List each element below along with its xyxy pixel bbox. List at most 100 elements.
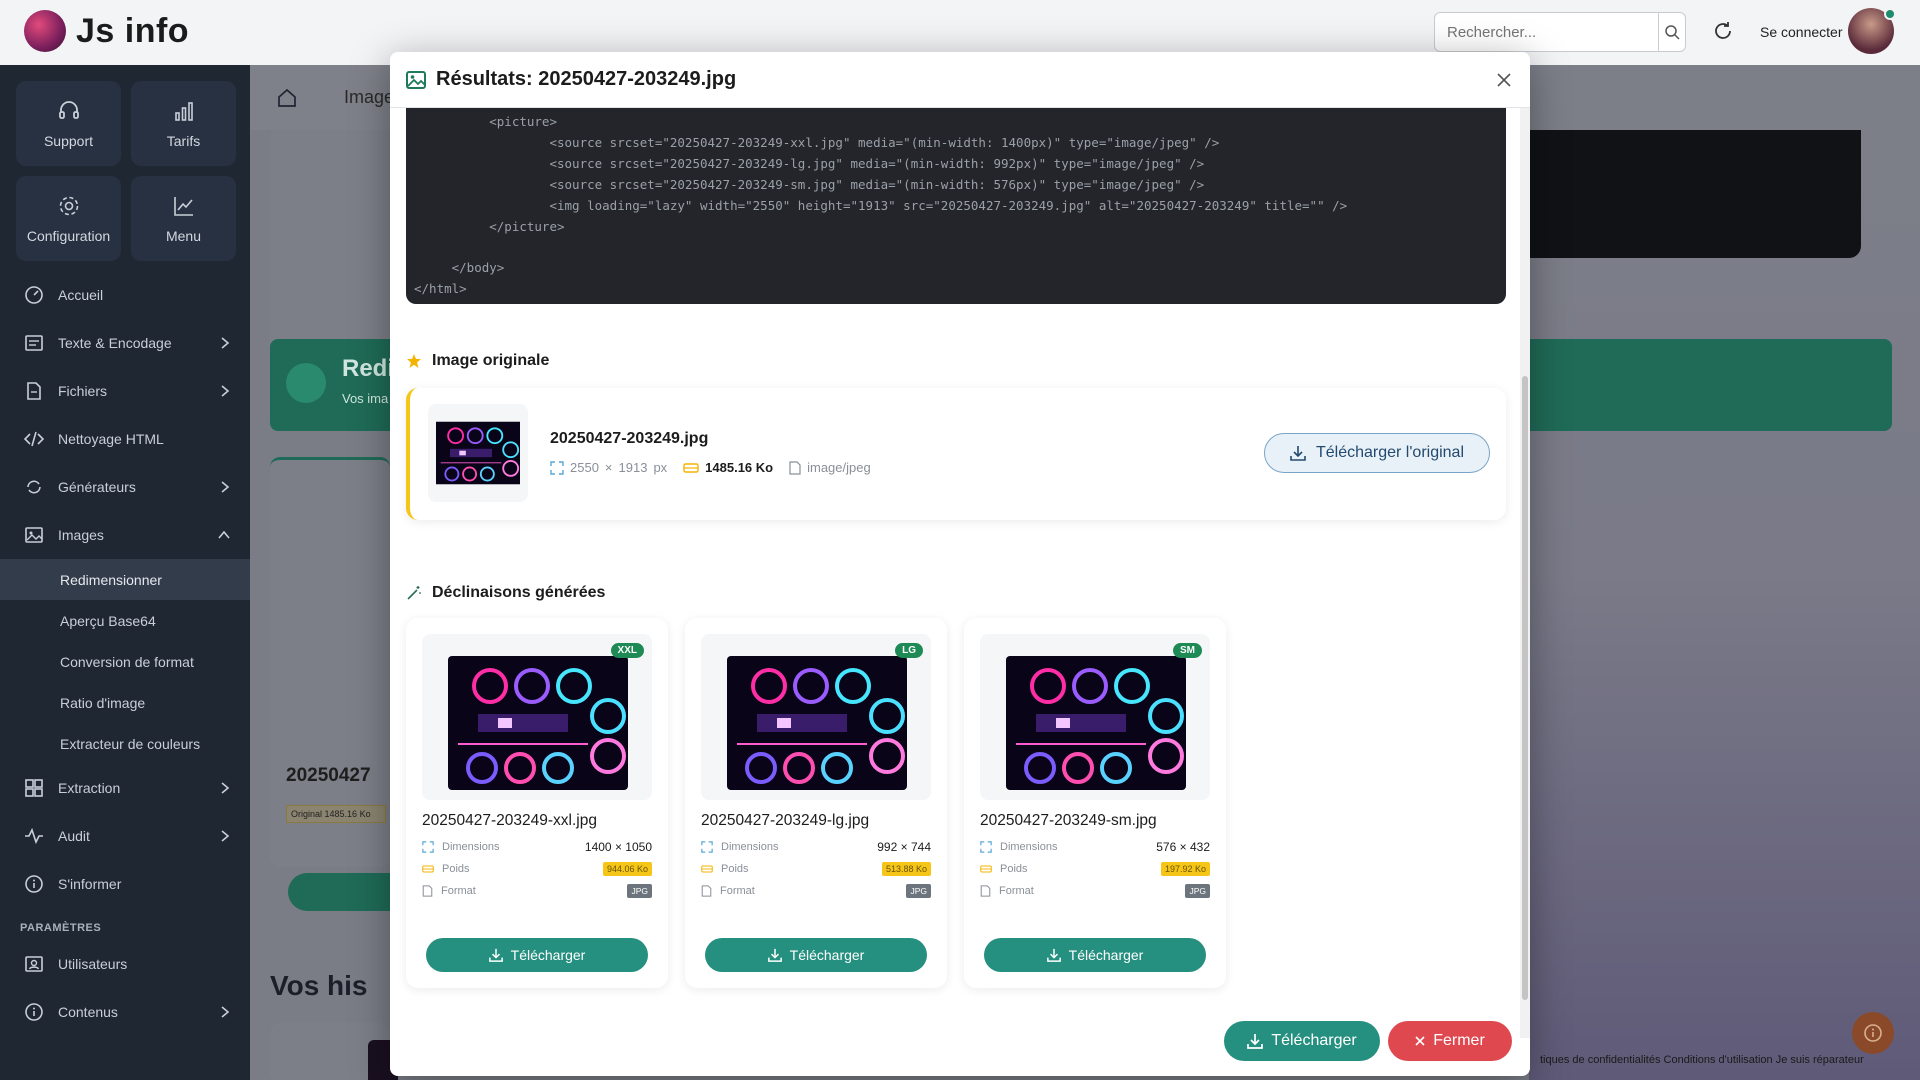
close-button[interactable] [1490,66,1518,94]
sidebar-subitem-extracteur-couleurs[interactable]: Extracteur de couleurs [0,723,250,764]
variant-format-badge: JPG [906,884,931,898]
variant-times: × [900,840,908,854]
sidebar-item-audit[interactable]: Audit [0,812,250,860]
quick-configuration-label: Configuration [26,227,111,244]
search-button[interactable] [1658,13,1685,51]
close-modal-button[interactable]: Fermer [1388,1021,1512,1061]
help-button[interactable] [1852,1012,1894,1054]
original-height: 1913 [618,460,648,475]
original-section-label: Image originale [432,352,550,369]
download-variant-xxl-button[interactable]: Télécharger [426,938,648,972]
original-size: 1485.16 Ko [705,460,774,475]
quick-menu[interactable]: Menu [131,176,236,261]
modal-header: Résultats: 20250427-203249.jpg [390,52,1530,108]
sidebar-subitem-apercu-base64[interactable]: Aperçu Base64 [0,600,250,641]
trend-icon [173,196,193,216]
sidebar-item-label: Générateurs [58,479,136,495]
original-meta: 2550 × 1913 px 1485.16 Ko image/jpeg [550,460,871,475]
sidebar-item-fichiers[interactable]: Fichiers [0,367,250,415]
sidebar-item-label: Texte & Encodage [58,335,172,351]
quick-tarifs[interactable]: Tarifs [131,81,236,166]
code-line: </body> [414,260,505,276]
sync-icon [27,480,41,494]
refresh-icon [1715,22,1731,39]
modal-scrollbar-thumb[interactable] [1522,376,1528,1000]
variants-section-label: Déclinaisons générées [432,584,606,601]
variant-image [448,656,628,790]
file-icon [422,885,433,897]
file-icon [980,885,991,897]
sidebar-item-utilisateurs[interactable]: Utilisateurs [0,940,250,988]
variant-card-xxl: XXL 20250427-203249-xxl.jpg Dimensions 1… [406,618,668,988]
sidebar-item-sinformer[interactable]: S'informer [0,860,250,908]
variant-format-badge: JPG [1185,884,1210,898]
search-input[interactable] [1435,13,1658,51]
variant-weight-badge: 944.06 Ko [602,862,652,876]
download-variant-label: Télécharger [789,947,865,963]
online-status-dot [1884,8,1896,20]
home-icon[interactable] [276,87,298,109]
bar-chart-icon [174,101,193,121]
download-variant-label: Télécharger [1068,947,1144,963]
sidebar-item-images[interactable]: Images [0,511,250,559]
sidebar-subitem-ratio-image[interactable]: Ratio d'image [0,682,250,723]
sidebar-item-texte-encodage[interactable]: Texte & Encodage [0,319,250,367]
sidebar-item-generateurs[interactable]: Générateurs [0,463,250,511]
sidebar-subitem-redimensionner[interactable]: Redimensionner [0,559,250,600]
variant-weight-label: Poids [442,863,470,875]
background-success-banner-right [1529,339,1892,431]
variant-filename: 20250427-203249-sm.jpg [980,812,1157,829]
download-all-button[interactable]: Télécharger [1224,1021,1380,1061]
variant-format-row: Format JPG [980,882,1210,900]
sidebar-item-label: Images [58,527,104,543]
variant-badge: XXL [610,643,644,658]
chevron-right-icon [221,782,230,794]
chevron-right-icon [221,830,230,842]
variant-format-label: Format [720,885,755,897]
modal-title: Résultats: 20250427-203249.jpg [436,68,737,90]
download-original-button[interactable]: Télécharger l'original [1264,433,1490,473]
background-dark-preview [1529,130,1861,258]
info-icon [25,1003,43,1021]
sidebar-item-contenus[interactable]: Contenus [0,988,250,1036]
weight-icon [422,865,434,873]
sidebar-item-nettoyage-html[interactable]: Nettoyage HTML [0,415,250,463]
footer-links[interactable]: tiques de confidentialités Conditions d'… [1540,1054,1864,1066]
variant-thumbnail: LG [701,634,931,800]
banner-subtitle: Vos ima [342,391,389,406]
variant-dimensions-row: Dimensions 992 × 744 [701,838,931,856]
login-link[interactable]: Se connecter [1760,24,1843,40]
variant-dimensions-value: 576 × 432 [1156,840,1210,854]
variant-dimensions-label: Dimensions [721,841,779,853]
sidebar-item-label: Audit [58,828,90,844]
app-logo[interactable]: Js info [24,10,189,52]
quick-configuration[interactable]: Configuration [16,176,121,261]
refresh-button[interactable] [1712,20,1734,42]
sidebar-item-extraction[interactable]: Extraction [0,764,250,812]
download-variant-lg-button[interactable]: Télécharger [705,938,927,972]
code-line: <source srcset="20250427-203249-xxl.jpg"… [414,134,1220,150]
quick-support[interactable]: Support [16,81,121,166]
download-variant-sm-button[interactable]: Télécharger [984,938,1206,972]
variant-badge: SM [1173,643,1202,658]
results-modal: Résultats: 20250427-203249.jpg <picture>… [390,52,1530,1076]
variant-image [727,656,907,790]
file-icon [789,460,801,475]
variant-filename: 20250427-203249-xxl.jpg [422,812,597,829]
original-times: × [604,460,613,475]
download-icon [1247,1034,1264,1049]
variant-dimensions-label: Dimensions [1000,841,1058,853]
weight-icon [980,865,992,873]
code-line: </picture> [414,218,565,234]
image-icon [25,527,43,543]
gear-icon [59,196,78,215]
variant-dimensions-label: Dimensions [442,841,500,853]
variant-dimensions-row: Dimensions 576 × 432 [980,838,1210,856]
variant-badge: LG [895,643,923,658]
user-card-icon [25,956,43,972]
sidebar-item-accueil[interactable]: Accueil [0,271,250,319]
html-code-block[interactable]: <picture> <source srcset="20250427-20324… [406,108,1506,304]
search-box [1434,12,1686,52]
breadcrumb-current: Image [344,87,395,107]
sidebar-subitem-conversion-format[interactable]: Conversion de format [0,641,250,682]
